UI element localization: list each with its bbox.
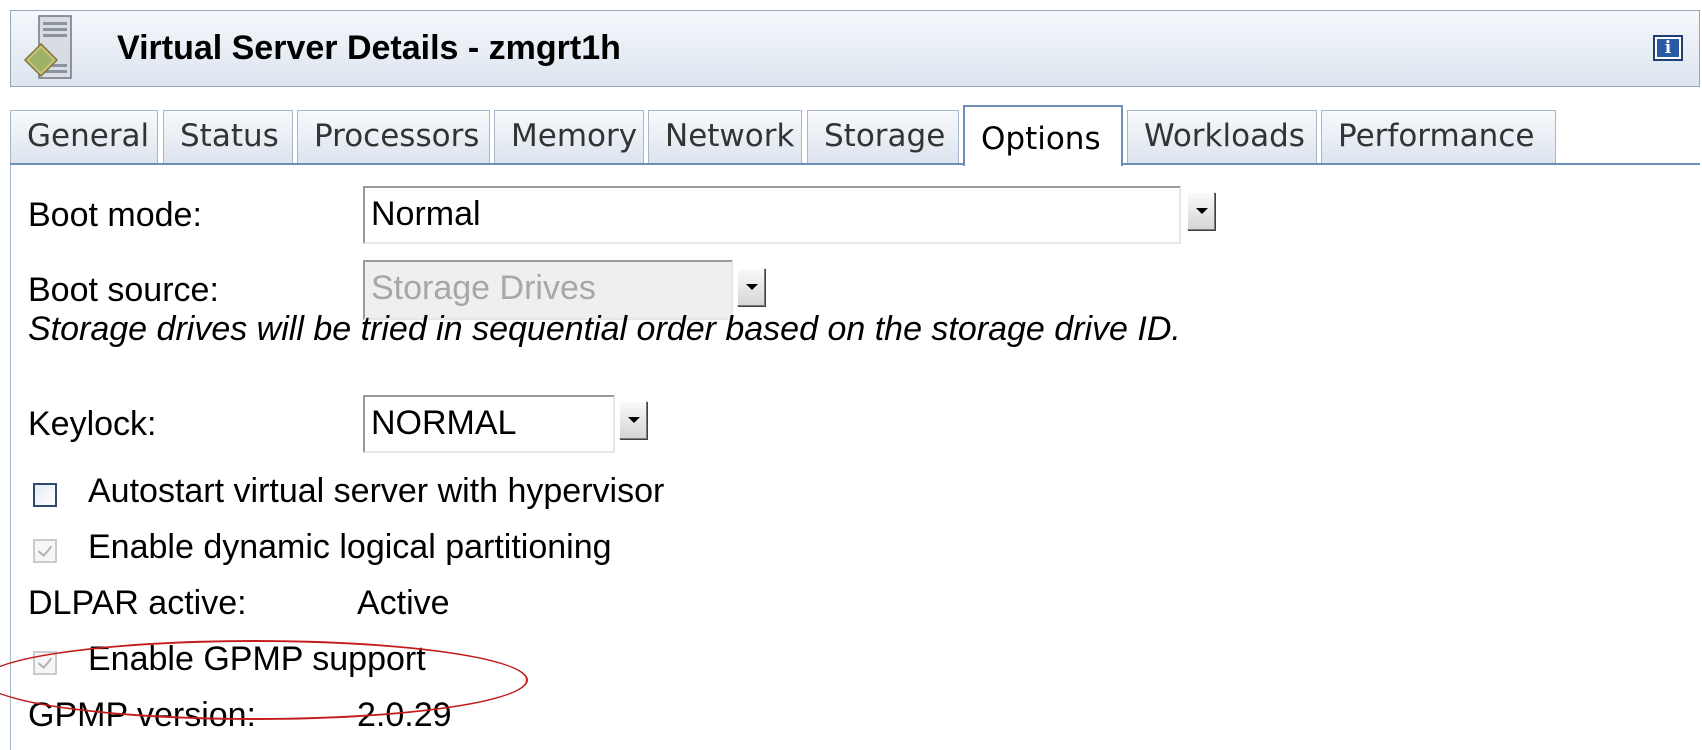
gpmp-enable-label: Enable GPMP support (88, 640, 426, 678)
info-icon-glyph: i (1657, 39, 1679, 57)
tab-general[interactable]: General (10, 110, 158, 163)
dlpar-enable-label: Enable dynamic logical partitioning (88, 528, 612, 566)
server-icon (23, 15, 72, 79)
tab-strip: General Status Processors Memory Network… (10, 105, 1700, 166)
boot-source-label: Boot source: (28, 271, 219, 309)
tab-network[interactable]: Network (648, 110, 802, 163)
dlpar-enable-checkbox (33, 539, 57, 563)
keylock-select[interactable]: NORMAL (363, 395, 615, 453)
tab-options[interactable]: Options (963, 105, 1123, 166)
boot-mode-select[interactable]: Normal (363, 186, 1181, 244)
autostart-label: Autostart virtual server with hypervisor (88, 472, 665, 510)
gpmp-version-value: 2.0.29 (357, 696, 452, 734)
dlpar-active-value: Active (357, 584, 450, 622)
tab-storage[interactable]: Storage (807, 110, 959, 163)
boot-mode-label: Boot mode: (28, 196, 202, 234)
dlpar-active-label: DLPAR active: (28, 584, 247, 622)
tab-status[interactable]: Status (163, 110, 293, 163)
boot-source-note: Storage drives will be tried in sequenti… (28, 310, 1181, 348)
tab-workloads[interactable]: Workloads (1127, 110, 1317, 163)
gpmp-enable-checkbox (33, 651, 57, 675)
tab-memory[interactable]: Memory (494, 110, 644, 163)
panel-title-bar: Virtual Server Details - zmgrt1h i (10, 10, 1700, 87)
tab-processors[interactable]: Processors (297, 110, 490, 163)
boot-mode-dropdown-button[interactable] (1187, 192, 1215, 230)
tab-performance[interactable]: Performance (1321, 110, 1556, 163)
info-icon[interactable]: i (1653, 35, 1683, 61)
gpmp-version-label: GPMP version: (28, 696, 257, 734)
page-title: Virtual Server Details - zmgrt1h (117, 29, 621, 67)
keylock-dropdown-button[interactable] (619, 401, 647, 439)
keylock-label: Keylock: (28, 405, 157, 443)
boot-source-dropdown-button (737, 268, 765, 306)
autostart-checkbox[interactable] (33, 483, 57, 507)
